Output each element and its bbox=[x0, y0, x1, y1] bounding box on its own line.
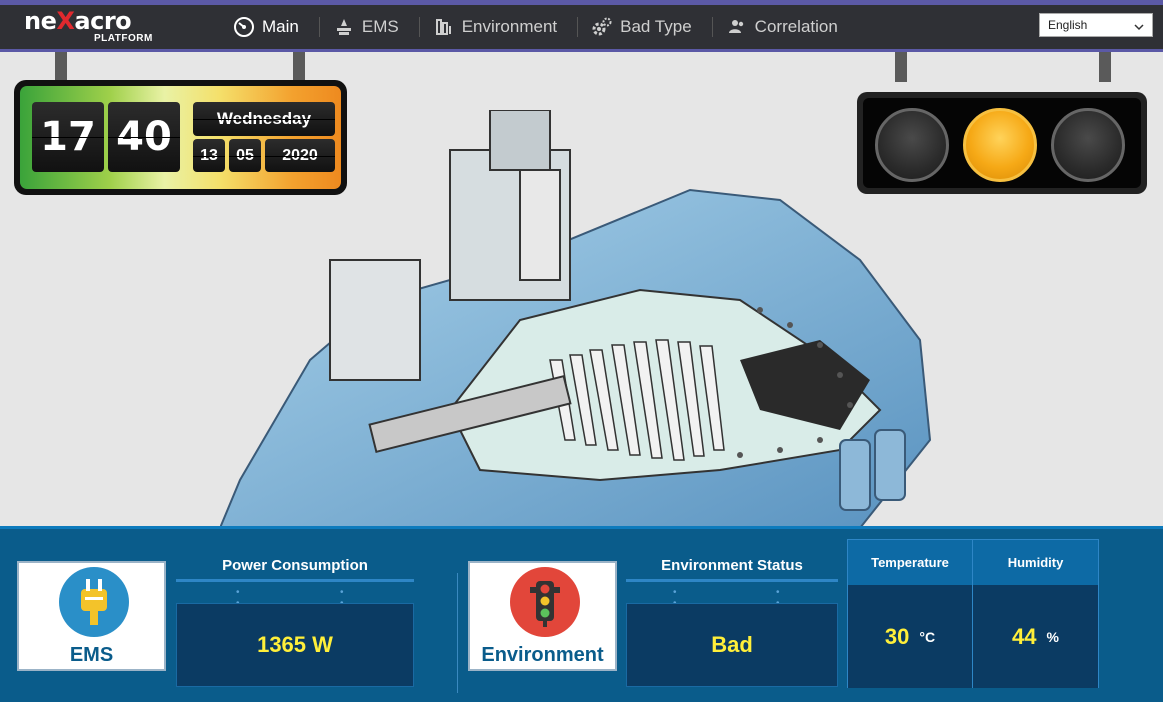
panel-divider bbox=[457, 573, 458, 693]
logo-wordmark: neXacro bbox=[24, 7, 132, 35]
main-nav: Main EMS Environment Bad Type Correlatio… bbox=[220, 5, 858, 49]
language-select[interactable]: English bbox=[1039, 13, 1153, 37]
environment-status-title: Environment Status bbox=[661, 557, 803, 574]
temperature-header: Temperature bbox=[848, 540, 973, 585]
nav-item-ems[interactable]: EMS bbox=[320, 5, 419, 49]
clock-date-day: 13 bbox=[193, 139, 225, 172]
traffic-light-housing bbox=[863, 98, 1141, 188]
clock-hour: 17 bbox=[32, 102, 104, 172]
clock-face: 17 40 Wednesday 13 05 2020 bbox=[20, 86, 341, 189]
clock-minute: 40 bbox=[108, 102, 180, 172]
humidity-unit: % bbox=[1046, 628, 1059, 645]
temperature-unit: °C bbox=[919, 628, 936, 645]
humidity-value: 44 bbox=[1012, 623, 1037, 649]
nav-item-correlation[interactable]: Correlation bbox=[713, 5, 858, 49]
plug-icon bbox=[59, 567, 129, 637]
ems-icon bbox=[332, 15, 356, 39]
digital-clock: 17 40 Wednesday 13 05 2020 bbox=[14, 80, 347, 195]
nav-label: Environment bbox=[461, 17, 558, 36]
clock-hanger-right bbox=[293, 52, 305, 82]
nav-label: Bad Type bbox=[620, 17, 692, 36]
traffic-light bbox=[857, 92, 1147, 194]
clock-date-year: 2020 bbox=[265, 139, 335, 172]
light-hanger-right bbox=[1099, 52, 1111, 82]
clock-date-month: 05 bbox=[229, 139, 261, 172]
light-hanger-left bbox=[895, 52, 907, 82]
language-value: English bbox=[1048, 18, 1088, 32]
ems-card-label: EMS bbox=[69, 644, 114, 666]
environment-card-label: Environment bbox=[481, 644, 604, 666]
ems-card[interactable]: EMS bbox=[17, 561, 166, 671]
gears-icon bbox=[590, 15, 614, 39]
logo-subtitle: PLATFORM bbox=[94, 33, 153, 44]
nav-label: Correlation bbox=[754, 17, 838, 36]
traffic-light-lamp-red bbox=[875, 108, 949, 182]
clock-hanger-left bbox=[55, 52, 67, 82]
power-title-underline bbox=[176, 579, 414, 582]
status-panel: EMS Power Consumption •• •• 1365 W Envir… bbox=[0, 526, 1163, 702]
power-consumption-value: 1365 W bbox=[176, 603, 414, 687]
traffic-light-icon bbox=[510, 567, 580, 637]
environment-status-value: Bad bbox=[626, 603, 838, 687]
traffic-light-lamp-yellow bbox=[963, 108, 1037, 182]
environment-title-underline bbox=[626, 579, 838, 582]
nav-item-main[interactable]: Main bbox=[220, 5, 319, 49]
nav-label: EMS bbox=[361, 17, 399, 36]
top-nav-bar: neXacro PLATFORM Main EMS Environment Ba… bbox=[0, 0, 1163, 52]
chevron-down-icon bbox=[1134, 20, 1144, 34]
nav-item-environment[interactable]: Environment bbox=[420, 5, 577, 49]
temperature-cell: 30 °C bbox=[848, 585, 973, 688]
speedometer-icon bbox=[232, 15, 256, 39]
traffic-light-lamp-green bbox=[1051, 108, 1125, 182]
temperature-value: 30 bbox=[884, 623, 910, 649]
power-consumption-title: Power Consumption bbox=[222, 557, 368, 574]
humidity-header: Humidity bbox=[973, 540, 1098, 585]
building-icon bbox=[432, 15, 456, 39]
clock-day: Wednesday bbox=[193, 102, 335, 136]
environment-card[interactable]: Environment bbox=[468, 561, 617, 671]
users-icon bbox=[725, 15, 749, 39]
humidity-cell: 44 % bbox=[973, 585, 1098, 688]
nav-label: Main bbox=[262, 17, 299, 36]
climate-table: Temperature Humidity 30 °C 44 % bbox=[847, 539, 1099, 688]
nav-item-bad-type[interactable]: Bad Type bbox=[578, 5, 712, 49]
nexacro-logo[interactable]: neXacro PLATFORM bbox=[24, 9, 164, 49]
